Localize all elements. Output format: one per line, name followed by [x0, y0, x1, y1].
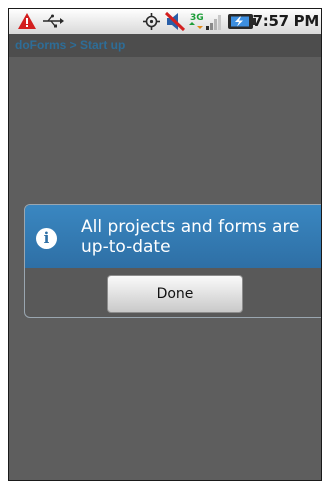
gps-icon — [143, 13, 160, 30]
alert-dialog: i All projects and forms are up-to-date … — [24, 204, 321, 318]
dialog-header: i All projects and forms are up-to-date — [25, 205, 321, 268]
phone-screen: 3G 7:57 PM doForms > Start up i All proj… — [8, 8, 322, 481]
info-icon: i — [36, 228, 57, 249]
svg-text:3G: 3G — [190, 13, 204, 23]
done-button[interactable]: Done — [107, 275, 243, 313]
breadcrumb-title: doForms > Start up — [15, 38, 126, 52]
status-bar: 3G 7:57 PM — [9, 9, 321, 35]
warning-icon — [18, 13, 36, 29]
app-title-bar: doForms > Start up — [9, 34, 321, 57]
network-3g-icon: 3G — [189, 13, 204, 29]
usb-icon — [43, 14, 64, 28]
mute-icon — [164, 11, 186, 32]
dialog-message: All projects and forms are up-to-date — [81, 217, 300, 257]
signal-icon — [206, 15, 221, 30]
status-clock: 7:57 PM — [252, 12, 320, 30]
